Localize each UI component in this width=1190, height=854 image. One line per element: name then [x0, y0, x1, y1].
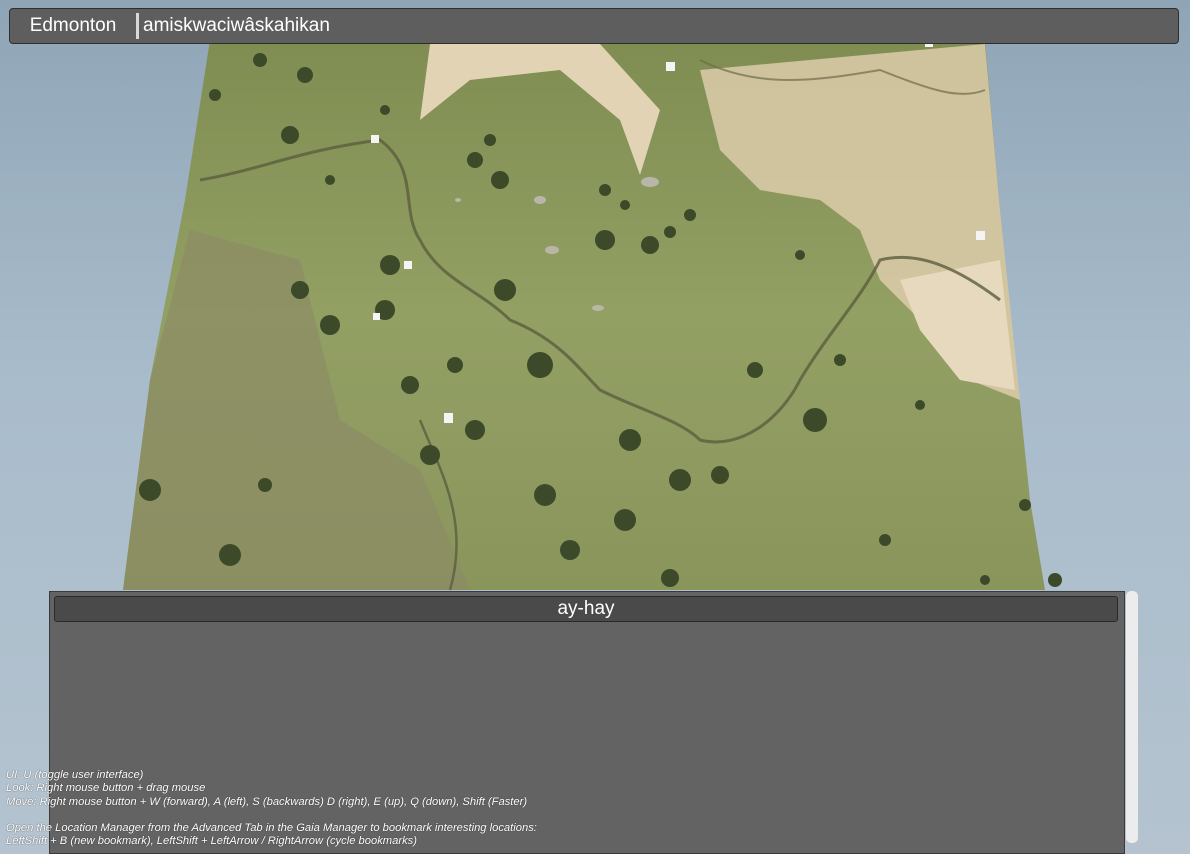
panel-scrollbar[interactable] — [1126, 591, 1138, 843]
location-name-field[interactable]: amiskwaciwâskahikan — [136, 13, 1178, 39]
help-line-gap — [6, 809, 537, 822]
help-line-ui: UI: U (toggle user interface) — [6, 769, 144, 781]
panel-title: ay-hay — [54, 596, 1118, 622]
help-line-bookmarks: LeftShift + B (new bookmark), LeftShift … — [6, 835, 417, 848]
help-line-location-manager: Open the Location Manager from the Advan… — [6, 822, 537, 835]
controls-help: UI: U (toggle user interface) Look: Righ… — [6, 769, 537, 849]
location-name-label: Edmonton — [29, 15, 117, 36]
help-line-look: Look: Right mouse button + drag mouse — [6, 782, 206, 795]
location-bar: Edmonton amiskwaciwâskahikan — [9, 8, 1179, 44]
help-line-move: Move: Right mouse button + W (forward), … — [6, 795, 528, 808]
